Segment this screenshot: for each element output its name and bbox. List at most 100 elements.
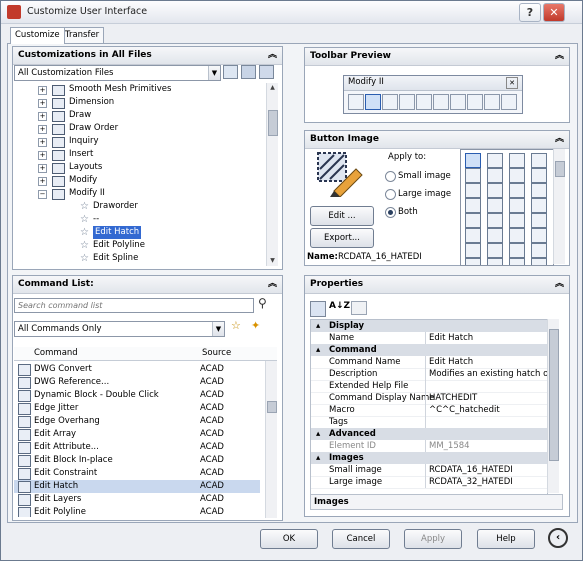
help-icon[interactable]: ? <box>519 3 541 22</box>
new-command-icon[interactable]: ✦ <box>251 319 260 332</box>
tree-scrollbar[interactable]: ▲ ▼ <box>266 83 278 266</box>
property-value[interactable]: RCDATA_32_HATEDI <box>429 476 513 488</box>
expand-node-icon[interactable]: + <box>38 112 47 121</box>
radio-both[interactable] <box>385 207 396 218</box>
large-image-label[interactable]: Large image <box>398 189 451 199</box>
collapse-icon[interactable]: ︽ <box>555 48 564 65</box>
command-list-scrollbar[interactable] <box>265 361 277 518</box>
property-value[interactable]: HATCHEDIT <box>429 392 477 404</box>
open-file-icon[interactable] <box>223 65 238 79</box>
gallery-image-icon[interactable] <box>465 168 481 183</box>
gallery-image-icon[interactable] <box>509 228 525 243</box>
command-row[interactable]: Dynamic Block - Double Click ACAD <box>14 389 260 402</box>
gallery-image-icon[interactable] <box>531 213 547 228</box>
collapse-node-icon[interactable]: − <box>38 190 47 199</box>
property-category[interactable]: ▴ Advanced <box>311 428 547 440</box>
search-command-input[interactable] <box>14 298 254 313</box>
edit-image-button[interactable]: Edit ... <box>310 206 374 226</box>
collapse-category-icon[interactable]: ▴ <box>316 344 320 356</box>
radio-small-image[interactable] <box>385 171 396 182</box>
command-row[interactable]: Edit Polyline ACAD <box>14 506 260 517</box>
expand-node-icon[interactable]: + <box>38 138 47 147</box>
help-button[interactable]: Help <box>477 529 535 549</box>
expand-node-icon[interactable]: + <box>38 151 47 160</box>
gallery-image-icon[interactable] <box>487 243 503 258</box>
gallery-image-icon[interactable] <box>531 153 547 168</box>
gallery-image-icon[interactable] <box>531 258 547 265</box>
command-row[interactable]: Edit Block In-place ACAD <box>14 454 260 467</box>
apply-button[interactable]: Apply <box>404 529 462 549</box>
toolbar-button-icon[interactable] <box>433 94 449 110</box>
export-image-button[interactable]: Export... <box>310 228 374 248</box>
chevron-down-icon[interactable]: ▼ <box>208 66 220 80</box>
scroll-thumb[interactable] <box>555 161 565 177</box>
gallery-image-icon[interactable] <box>509 243 525 258</box>
collapse-icon[interactable]: ︽ <box>268 276 277 293</box>
star-search-icon[interactable]: ☆ <box>231 319 241 332</box>
gallery-image-icon[interactable] <box>487 153 503 168</box>
gallery-image-icon[interactable] <box>487 168 503 183</box>
gallery-image-icon[interactable] <box>509 258 525 265</box>
property-value[interactable]: MM_1584 <box>429 440 470 452</box>
property-category[interactable]: ▴ Display <box>311 320 547 332</box>
property-value[interactable]: ^C^C_hatchedit <box>429 404 500 416</box>
gallery-image-icon[interactable] <box>509 168 525 183</box>
property-grid[interactable]: ▴ Display Name Edit Hatch ▴ Command Command Na… <box>310 319 548 495</box>
gallery-image-icon[interactable] <box>531 228 547 243</box>
collapse-category-icon[interactable]: ▴ <box>316 452 320 464</box>
gallery-image-icon[interactable] <box>487 228 503 243</box>
property-pages-icon[interactable] <box>351 301 367 315</box>
command-row[interactable]: Edge Overhang ACAD <box>14 415 260 428</box>
gallery-image-icon[interactable] <box>487 198 503 213</box>
gallery-image-icon[interactable] <box>509 213 525 228</box>
property-category[interactable]: ▴ Images <box>311 452 547 464</box>
collapse-dialog-icon[interactable]: ‹ <box>548 528 568 548</box>
toolbar-button-icon[interactable] <box>450 94 466 110</box>
command-list[interactable]: DWG Convert ACAD DWG Reference... ACAD Dynam… <box>14 363 262 517</box>
expand-node-icon[interactable]: + <box>38 177 47 186</box>
expand-node-icon[interactable]: + <box>38 86 47 95</box>
collapse-icon[interactable]: ︽ <box>268 47 277 64</box>
toolbar-close-icon[interactable]: ✕ <box>506 77 518 89</box>
search-icon[interactable]: ⚲ <box>258 296 272 310</box>
button-image-gallery[interactable] <box>460 149 554 266</box>
gallery-image-icon[interactable] <box>465 213 481 228</box>
toolbar-button-icon[interactable] <box>399 94 415 110</box>
close-icon[interactable]: ✕ <box>543 3 565 22</box>
categorized-icon[interactable] <box>310 301 326 317</box>
customization-tree[interactable]: + Smooth Mesh Primitives + Dimension + Draw + D… <box>14 83 264 266</box>
expand-node-icon[interactable]: + <box>38 125 47 134</box>
gallery-image-icon[interactable] <box>509 153 525 168</box>
collapse-icon[interactable]: ︽ <box>555 276 564 293</box>
scroll-thumb[interactable] <box>549 329 559 461</box>
both-label[interactable]: Both <box>398 207 418 217</box>
alphabetical-icon[interactable]: A↓Z <box>329 301 350 311</box>
scroll-thumb[interactable] <box>268 110 278 136</box>
gallery-image-icon[interactable] <box>465 198 481 213</box>
customization-files-dropdown[interactable]: All Customization Files ▼ <box>14 65 221 81</box>
expand-node-icon[interactable]: + <box>38 164 47 173</box>
toolbar-button-icon[interactable] <box>484 94 500 110</box>
command-row[interactable]: DWG Convert ACAD <box>14 363 260 376</box>
column-source[interactable]: Source <box>202 348 231 358</box>
command-row[interactable]: DWG Reference... ACAD <box>14 376 260 389</box>
gallery-image-icon[interactable] <box>465 228 481 243</box>
small-image-label[interactable]: Small image <box>398 171 451 181</box>
toolbar-button-icon[interactable] <box>382 94 398 110</box>
tab-transfer[interactable]: Transfer <box>60 27 105 43</box>
property-value[interactable]: Modifies an existing hatch obje <box>429 368 547 380</box>
toolbar-button-icon[interactable] <box>467 94 483 110</box>
gallery-image-icon[interactable] <box>487 258 503 265</box>
radio-large-image[interactable] <box>385 189 396 200</box>
gallery-image-icon[interactable] <box>531 183 547 198</box>
command-row[interactable]: Edit Attribute... ACAD <box>14 441 260 454</box>
collapse-category-icon[interactable]: ▴ <box>316 428 320 440</box>
command-row[interactable]: Edit Hatch ACAD <box>14 480 260 493</box>
ok-button[interactable]: OK <box>260 529 318 549</box>
load-icon[interactable] <box>259 65 274 79</box>
property-category[interactable]: ▴ Command <box>311 344 547 356</box>
toolbar-button-icon[interactable] <box>348 94 364 110</box>
gallery-image-icon[interactable] <box>531 198 547 213</box>
gallery-image-icon[interactable] <box>465 243 481 258</box>
gallery-scrollbar[interactable] <box>553 149 565 264</box>
